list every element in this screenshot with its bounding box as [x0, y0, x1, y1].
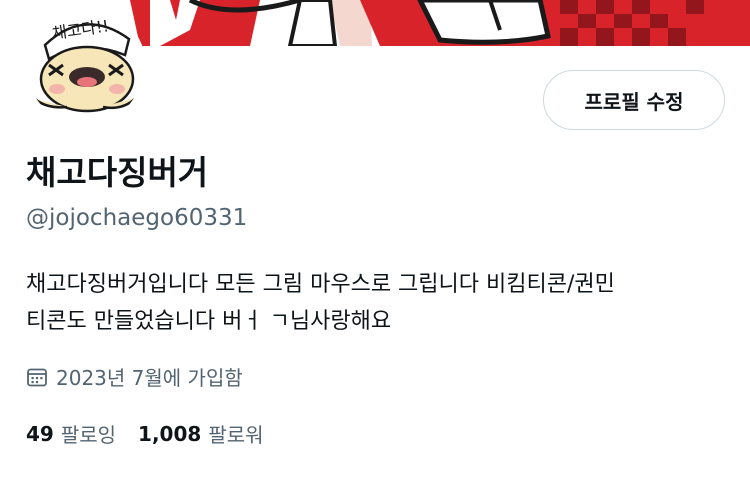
following-label: 팔로잉 [60, 423, 117, 447]
display-name: 채고다징버거 [26, 153, 209, 192]
avatar-artwork: 채고다!! [27, 9, 143, 125]
edit-profile-button[interactable]: 프로필 수정 [543, 70, 725, 130]
following-link[interactable]: 49 팔로잉 [26, 419, 116, 448]
join-date: 2023년 7월에 가입함 [26, 362, 243, 391]
user-handle: @jojochaego60331 [26, 205, 248, 231]
calendar-icon [26, 366, 48, 388]
followers-count: 1,008 [138, 421, 202, 446]
profile-page: 채고다!! 프로필 수정 채고다징버거 @jojochaego60331 채고다… [0, 0, 750, 481]
following-count: 49 [26, 421, 54, 446]
bio-line: 티콘도 만들었습니다 버ㅓ ㄱ님사랑해요 [26, 309, 392, 334]
followers-link[interactable]: 1,008 팔로워 [138, 419, 263, 448]
join-date-text: 2023년 7월에 가입함 [56, 366, 243, 390]
follow-stats: 49 팔로잉 1,008 팔로워 [26, 419, 286, 448]
profile-bio: 채고다징버거입니다 모든 그림 마우스로 그립니다 비킴티콘/권민 티콘도 만들… [26, 266, 726, 340]
followers-label: 팔로워 [208, 423, 264, 447]
profile-avatar[interactable]: 채고다!! [24, 6, 146, 128]
bio-line: 채고다징버거입니다 모든 그림 마우스로 그립니다 비킴티콘/권민 [26, 272, 615, 297]
edit-profile-button-label: 프로필 수정 [584, 89, 684, 114]
